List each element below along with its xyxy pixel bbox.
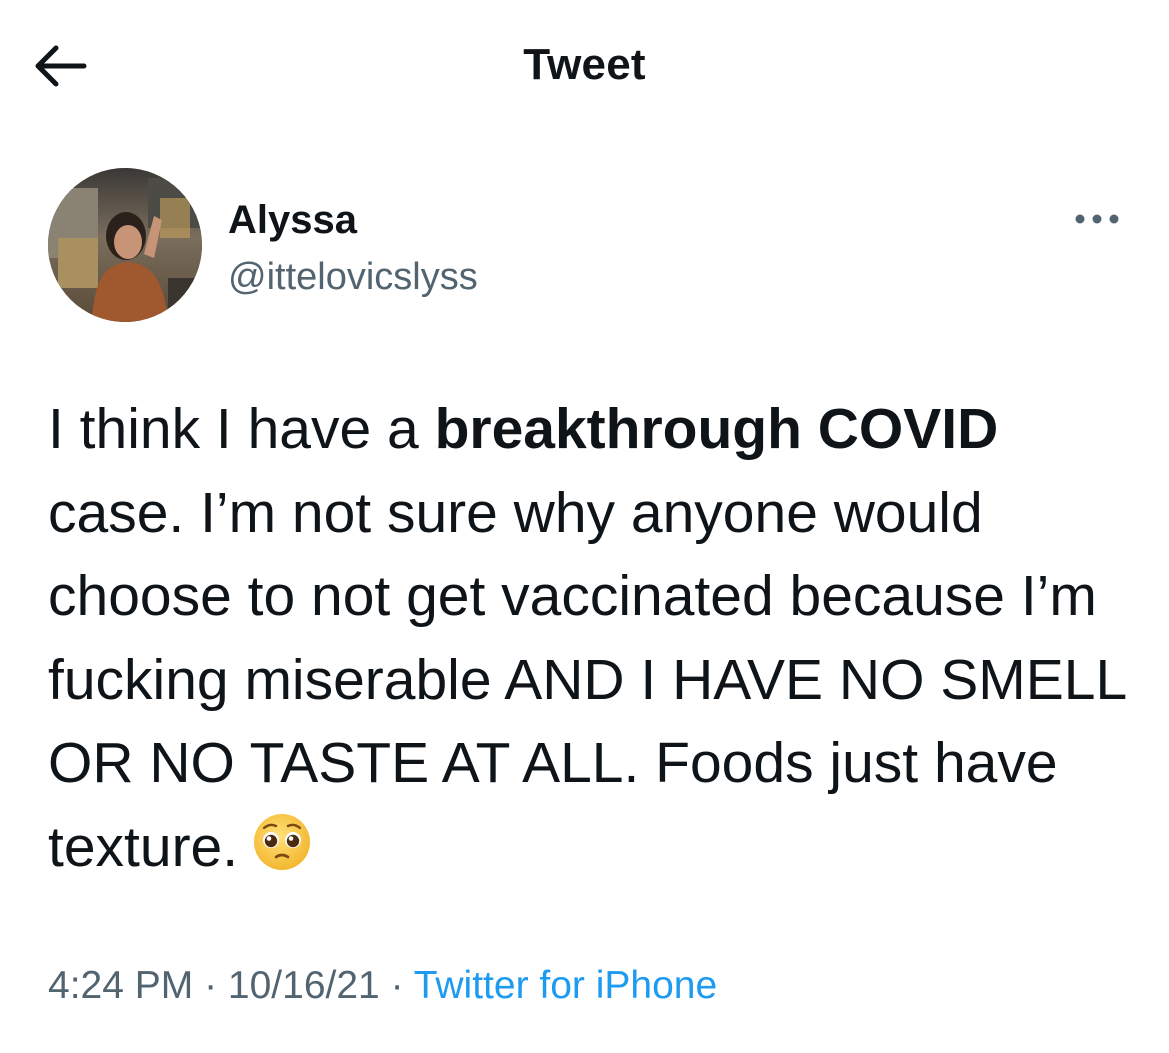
tweet-text-part-2: case. I’m not sure why anyone would choo… (48, 397, 1141, 879)
page-title: Tweet (523, 40, 646, 89)
meta-separator: · (379, 964, 414, 1007)
tweet-text-bold: breakthrough COVID (434, 397, 999, 461)
author-name[interactable]: Alyssa (228, 198, 357, 243)
avatar[interactable] (48, 168, 202, 322)
tweet-text-part-1: I think I have a (48, 397, 435, 461)
meta-separator: · (193, 964, 228, 1007)
pleading-face-emoji-icon (252, 812, 312, 896)
tweet-time: 4:24 PM (48, 964, 194, 1007)
more-horizontal-icon (1075, 214, 1119, 224)
tweet-page: Tweet Alyssa @ittelovicslyss I think I h… (0, 0, 1169, 1053)
tweet-author: Alyssa @ittelovicslyss (48, 168, 1128, 324)
author-handle[interactable]: @ittelovicslyss (228, 256, 478, 299)
top-bar: Tweet (0, 0, 1169, 130)
tweet-source-link[interactable]: Twitter for iPhone (414, 964, 717, 1007)
tweet-metadata: 4:24 PM · 10/16/21 · Twitter for iPhone (48, 964, 717, 1008)
tweet-date: 10/16/21 (227, 964, 380, 1007)
tweet-text: I think I have a breakthrough COVID case… (48, 388, 1138, 895)
more-options-button[interactable] (1068, 204, 1128, 234)
